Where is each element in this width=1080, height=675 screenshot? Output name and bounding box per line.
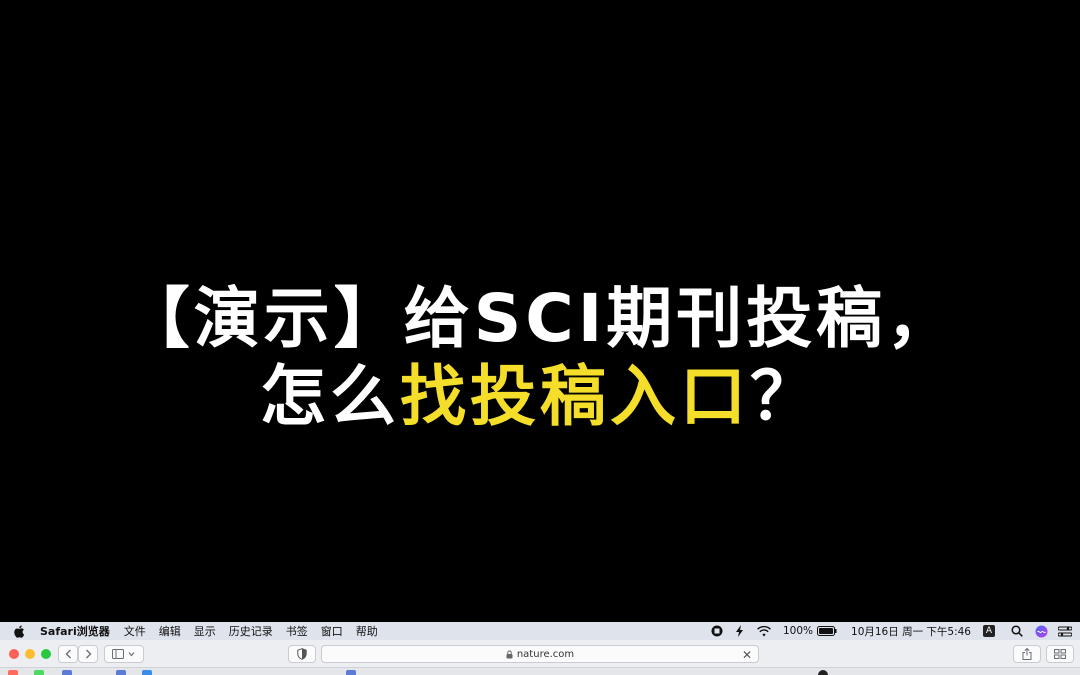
- chevron-left-icon: [65, 649, 71, 659]
- menu-file[interactable]: 文件: [124, 623, 146, 639]
- bolt-icon[interactable]: [735, 625, 745, 637]
- bookmark-favicon[interactable]: [116, 670, 126, 675]
- sidebar-toggle-button[interactable]: [104, 645, 144, 663]
- siri-icon[interactable]: [1035, 625, 1048, 638]
- battery-icon[interactable]: [817, 626, 837, 636]
- bookmark-favicon[interactable]: [142, 670, 152, 675]
- menu-help[interactable]: 帮助: [356, 623, 378, 639]
- menu-app-name[interactable]: Safari浏览器: [40, 623, 110, 639]
- window-zoom-button[interactable]: [41, 649, 51, 659]
- screen-record-icon[interactable]: [711, 625, 723, 637]
- address-bar[interactable]: nature.com ✕: [321, 645, 759, 663]
- macos-menubar: Safari浏览器 文件 编辑 显示 历史记录 书签 窗口 帮助 100% 10…: [0, 622, 1080, 640]
- menu-history[interactable]: 历史记录: [229, 623, 273, 639]
- shield-icon: [297, 648, 307, 660]
- address-url: nature.com: [516, 648, 575, 660]
- window-minimize-button[interactable]: [25, 649, 35, 659]
- sidebar-icon: [112, 649, 135, 659]
- tab-overview-button[interactable]: [1046, 645, 1074, 663]
- bookmark-favicon[interactable]: [818, 670, 828, 675]
- wifi-icon[interactable]: [757, 625, 771, 637]
- menubar-datetime[interactable]: 10月16日 周一 下午5:46: [851, 624, 971, 639]
- forward-button[interactable]: [78, 645, 98, 663]
- window-close-button[interactable]: [9, 649, 19, 659]
- video-frame: 【演示】给SCI期刊投稿， 怎么找投稿入口？: [0, 0, 1080, 622]
- menu-edit[interactable]: 编辑: [159, 623, 181, 639]
- video-title: 【演示】给SCI期刊投稿， 怎么找投稿入口？: [0, 280, 1080, 436]
- control-center-icon[interactable]: [1058, 626, 1072, 637]
- menu-window[interactable]: 窗口: [321, 623, 343, 639]
- clear-address-icon[interactable]: ✕: [742, 648, 752, 662]
- input-method-icon[interactable]: A: [983, 625, 995, 637]
- bookmark-favicon[interactable]: [34, 670, 44, 675]
- bookmark-favicon[interactable]: [8, 670, 18, 675]
- browser-toolbar: nature.com ✕: [0, 640, 1080, 668]
- battery-percent: 100%: [782, 625, 814, 637]
- title-line-2-suffix: ？: [750, 358, 820, 435]
- bookmark-favicon[interactable]: [62, 670, 72, 675]
- title-line-1: 【演示】给SCI期刊投稿，: [123, 280, 957, 357]
- bookmarks-bar: [0, 668, 1080, 675]
- apple-icon[interactable]: [14, 624, 26, 638]
- share-button[interactable]: [1013, 645, 1041, 663]
- bookmark-favicon[interactable]: [346, 670, 356, 675]
- chevron-right-icon: [85, 649, 91, 659]
- lock-icon: [506, 649, 513, 659]
- tab-overview-icon: [1054, 649, 1066, 659]
- menu-bookmarks[interactable]: 书签: [286, 623, 308, 639]
- share-icon: [1022, 648, 1032, 660]
- title-highlight: 找投稿入口: [400, 358, 750, 435]
- privacy-report-button[interactable]: [288, 645, 316, 663]
- spotlight-search-icon[interactable]: [1011, 625, 1023, 637]
- title-line-2: 怎么找投稿入口？: [0, 358, 1080, 436]
- back-button[interactable]: [58, 645, 78, 663]
- title-line-2-prefix: 怎么: [260, 358, 400, 435]
- menu-view[interactable]: 显示: [194, 623, 216, 639]
